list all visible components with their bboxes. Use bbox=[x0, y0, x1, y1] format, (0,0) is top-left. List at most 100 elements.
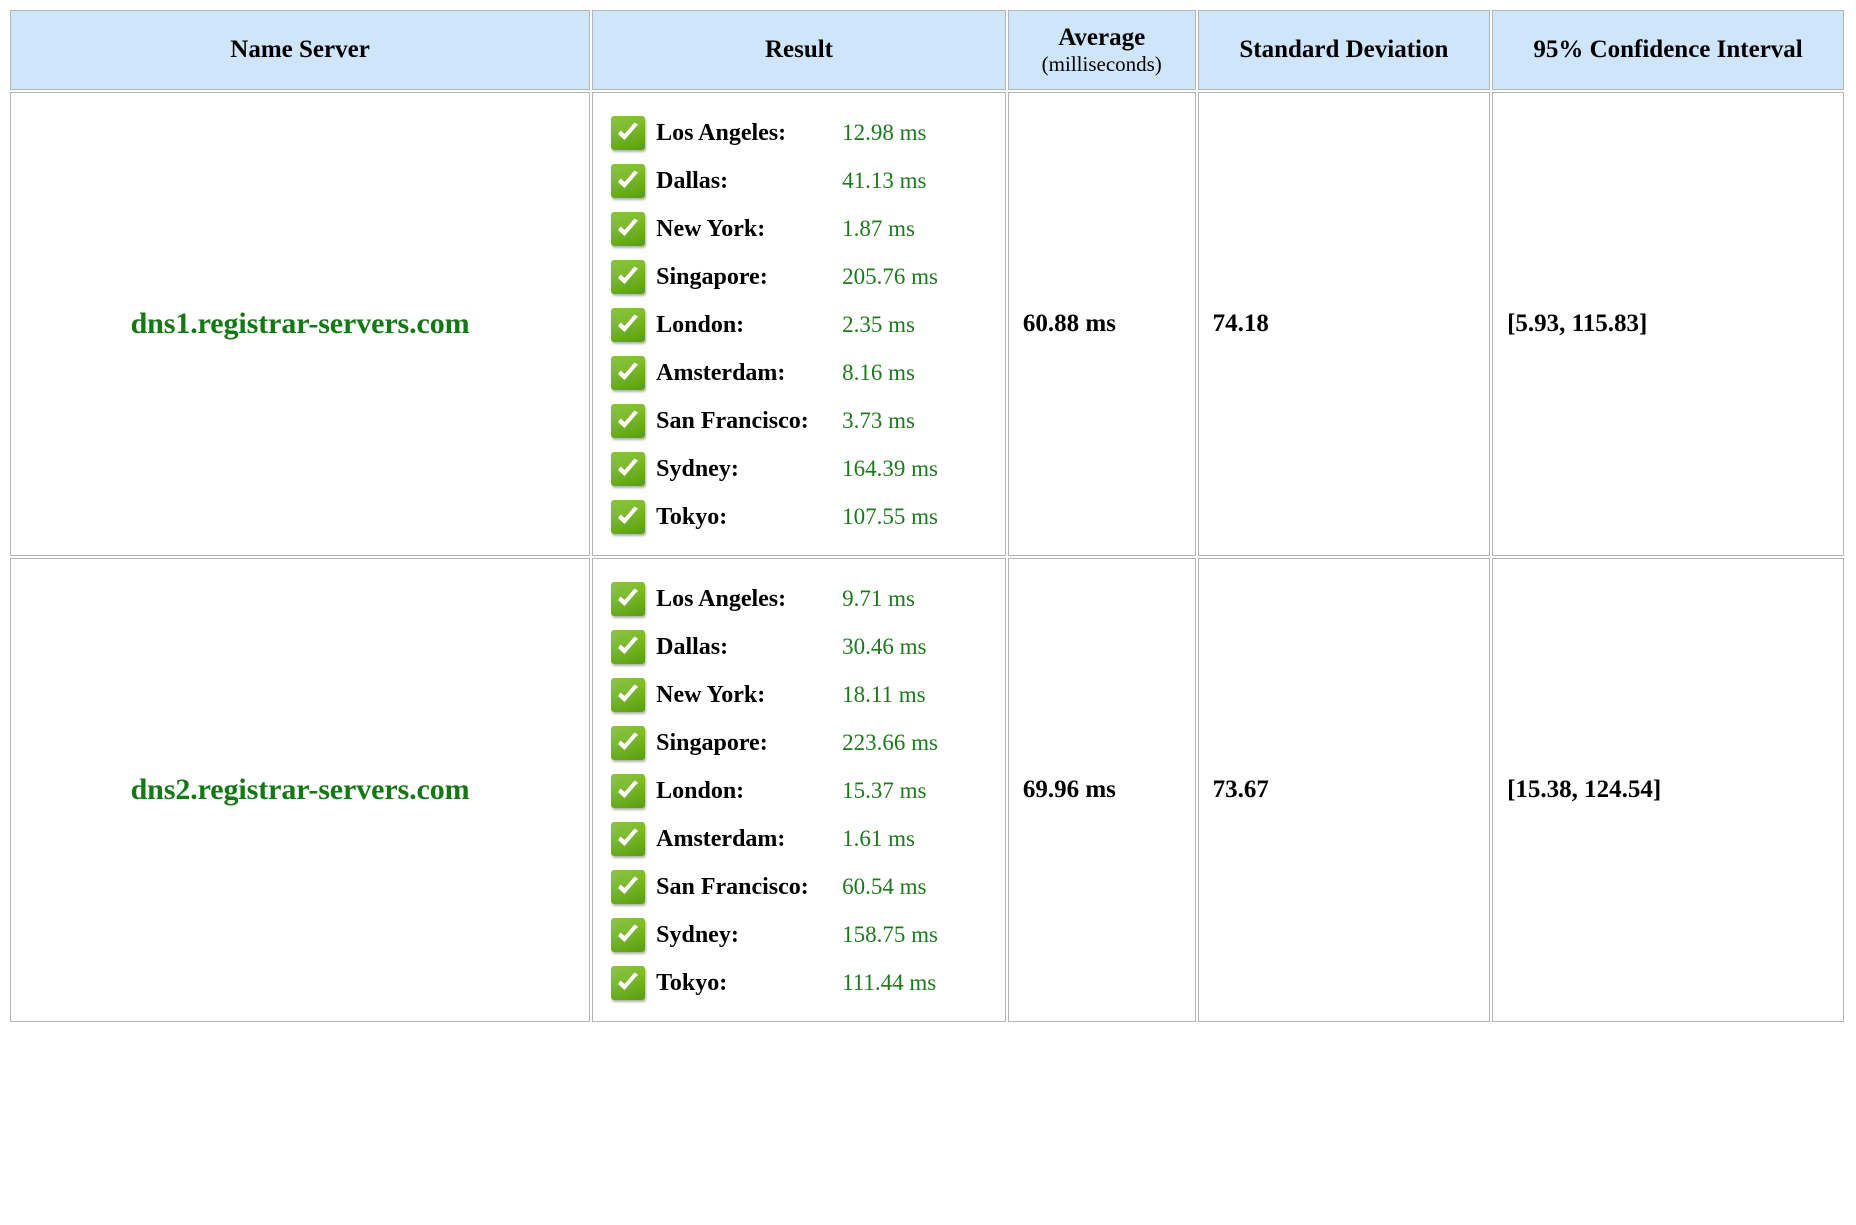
check-icon bbox=[611, 630, 645, 664]
location-value: 1.87 ms bbox=[842, 216, 915, 242]
list-item: San Francisco: 3.73 ms bbox=[593, 397, 1005, 445]
column-header-name-server: Name Server bbox=[10, 10, 590, 90]
check-icon bbox=[611, 116, 645, 150]
name-server-label: dns1.registrar-servers.com bbox=[131, 307, 470, 340]
check-icon bbox=[611, 500, 645, 534]
location-label: New York: bbox=[656, 682, 842, 709]
location-value: 111.44 ms bbox=[842, 970, 936, 996]
location-value: 107.55 ms bbox=[842, 504, 938, 530]
location-value: 223.66 ms bbox=[842, 730, 938, 756]
list-item: London: 15.37 ms bbox=[593, 767, 1005, 815]
name-server-label: dns2.registrar-servers.com bbox=[131, 773, 470, 806]
location-label: San Francisco: bbox=[656, 408, 842, 435]
list-item: Sydney: 158.75 ms bbox=[593, 911, 1005, 959]
check-icon bbox=[611, 164, 645, 198]
location-label: Dallas: bbox=[656, 168, 842, 195]
location-value: 164.39 ms bbox=[842, 456, 938, 482]
average-cell: 69.96 ms bbox=[1008, 558, 1196, 1022]
list-item: Singapore: 205.76 ms bbox=[593, 253, 1005, 301]
location-value: 3.73 ms bbox=[842, 408, 915, 434]
check-icon bbox=[611, 966, 645, 1000]
location-label: Los Angeles: bbox=[656, 586, 842, 613]
check-icon bbox=[611, 918, 645, 952]
location-value: 41.13 ms bbox=[842, 168, 926, 194]
check-icon bbox=[611, 308, 645, 342]
location-label: Tokyo: bbox=[656, 504, 842, 531]
confidence-interval-cell: [5.93, 115.83] bbox=[1492, 92, 1844, 556]
location-value: 15.37 ms bbox=[842, 778, 926, 804]
check-icon bbox=[611, 582, 645, 616]
table-body: dns1.registrar-servers.com Los Angeles: … bbox=[10, 92, 1844, 1022]
location-value: 18.11 ms bbox=[842, 682, 926, 708]
list-item: New York: 1.87 ms bbox=[593, 205, 1005, 253]
location-result-list: Los Angeles: 9.71 ms Dallas: 30.46 ms Ne… bbox=[593, 575, 1005, 1007]
column-header-name-server-label: Name Server bbox=[230, 36, 370, 63]
location-label: London: bbox=[656, 312, 842, 339]
location-value: 60.54 ms bbox=[842, 874, 926, 900]
list-item: Amsterdam: 1.61 ms bbox=[593, 815, 1005, 863]
location-label: Tokyo: bbox=[656, 970, 842, 997]
table-header-row: Name Server Result Average (milliseconds… bbox=[10, 10, 1844, 90]
location-value: 30.46 ms bbox=[842, 634, 926, 660]
table-header: Name Server Result Average (milliseconds… bbox=[10, 10, 1844, 90]
average-cell: 60.88 ms bbox=[1008, 92, 1196, 556]
location-label: Singapore: bbox=[656, 730, 842, 757]
list-item: Tokyo: 111.44 ms bbox=[593, 959, 1005, 1007]
location-label: Amsterdam: bbox=[656, 360, 842, 387]
location-label: New York: bbox=[656, 216, 842, 243]
location-label: Dallas: bbox=[656, 634, 842, 661]
standard-deviation-cell: 73.67 bbox=[1198, 558, 1490, 1022]
list-item: Amsterdam: 8.16 ms bbox=[593, 349, 1005, 397]
check-icon bbox=[611, 404, 645, 438]
check-icon bbox=[611, 356, 645, 390]
check-icon bbox=[611, 678, 645, 712]
location-label: London: bbox=[656, 778, 842, 805]
list-item: Dallas: 41.13 ms bbox=[593, 157, 1005, 205]
list-item: Tokyo: 107.55 ms bbox=[593, 493, 1005, 541]
location-label: Amsterdam: bbox=[656, 826, 842, 853]
location-value: 8.16 ms bbox=[842, 360, 915, 386]
standard-deviation-cell: 74.18 bbox=[1198, 92, 1490, 556]
list-item: London: 2.35 ms bbox=[593, 301, 1005, 349]
name-server-cell: dns1.registrar-servers.com bbox=[10, 92, 590, 556]
location-label: Singapore: bbox=[656, 264, 842, 291]
location-value: 205.76 ms bbox=[842, 264, 938, 290]
result-cell: Los Angeles: 9.71 ms Dallas: 30.46 ms Ne… bbox=[592, 558, 1006, 1022]
column-header-confidence-interval: 95% Confidence Interval bbox=[1492, 10, 1844, 90]
location-label: Los Angeles: bbox=[656, 120, 842, 147]
check-icon bbox=[611, 726, 645, 760]
column-header-average-label: Average bbox=[1058, 24, 1145, 51]
check-icon bbox=[611, 870, 645, 904]
name-server-cell: dns2.registrar-servers.com bbox=[10, 558, 590, 1022]
location-value: 9.71 ms bbox=[842, 586, 915, 612]
check-icon bbox=[611, 774, 645, 808]
check-icon bbox=[611, 452, 645, 486]
location-label: Sydney: bbox=[656, 922, 842, 949]
location-label: San Francisco: bbox=[656, 874, 842, 901]
location-value: 2.35 ms bbox=[842, 312, 915, 338]
confidence-interval-cell: [15.38, 124.54] bbox=[1492, 558, 1844, 1022]
check-icon bbox=[611, 260, 645, 294]
column-header-standard-deviation-label: Standard Deviation bbox=[1239, 36, 1448, 63]
dns-propagation-table: Name Server Result Average (milliseconds… bbox=[8, 8, 1846, 1024]
list-item: New York: 18.11 ms bbox=[593, 671, 1005, 719]
location-value: 12.98 ms bbox=[842, 120, 926, 146]
list-item: San Francisco: 60.54 ms bbox=[593, 863, 1005, 911]
list-item: Sydney: 164.39 ms bbox=[593, 445, 1005, 493]
location-label: Sydney: bbox=[656, 456, 842, 483]
column-header-result-label: Result bbox=[765, 36, 833, 63]
table-row: dns1.registrar-servers.com Los Angeles: … bbox=[10, 92, 1844, 556]
location-value: 158.75 ms bbox=[842, 922, 938, 948]
table-row: dns2.registrar-servers.com Los Angeles: … bbox=[10, 558, 1844, 1022]
location-result-list: Los Angeles: 12.98 ms Dallas: 41.13 ms N… bbox=[593, 109, 1005, 541]
list-item: Dallas: 30.46 ms bbox=[593, 623, 1005, 671]
column-header-result: Result bbox=[592, 10, 1006, 90]
column-header-average-unit: (milliseconds) bbox=[1009, 53, 1195, 77]
list-item: Los Angeles: 12.98 ms bbox=[593, 109, 1005, 157]
column-header-standard-deviation: Standard Deviation bbox=[1198, 10, 1490, 90]
list-item: Singapore: 223.66 ms bbox=[593, 719, 1005, 767]
column-header-average: Average (milliseconds) bbox=[1008, 10, 1196, 90]
location-value: 1.61 ms bbox=[842, 826, 915, 852]
list-item: Los Angeles: 9.71 ms bbox=[593, 575, 1005, 623]
result-cell: Los Angeles: 12.98 ms Dallas: 41.13 ms N… bbox=[592, 92, 1006, 556]
